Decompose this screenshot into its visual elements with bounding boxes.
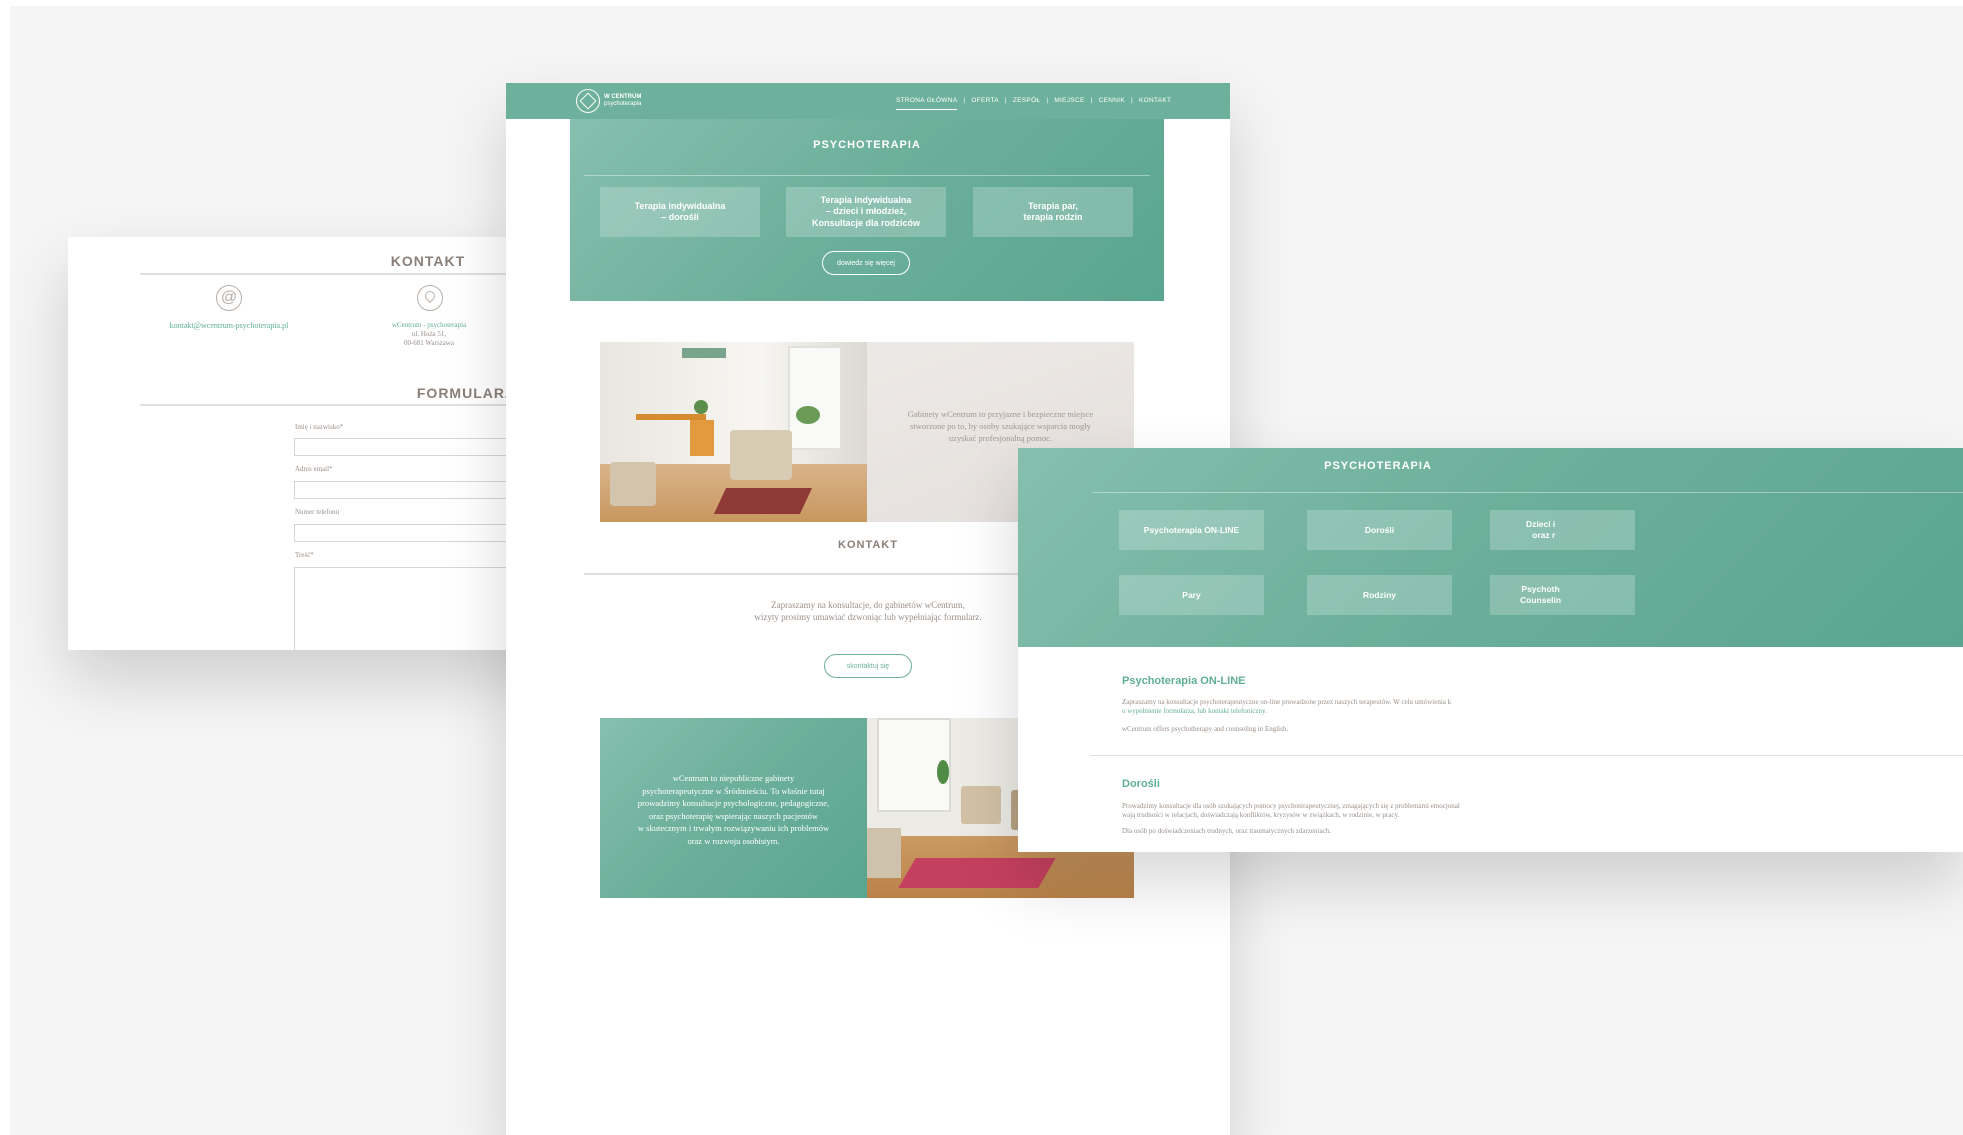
text-line: oraz psychoterapię wspierając naszych pa… — [649, 810, 818, 821]
field-label: Treść* — [295, 551, 314, 559]
service-tile[interactable]: Terapia indywidualna – dzieci i młodzież,… — [786, 187, 946, 237]
tile-line: Dorośli — [1364, 524, 1395, 535]
nav-separator: | — [963, 97, 966, 104]
map-pin-icon — [417, 285, 443, 311]
about-panel: wCentrum to niepubliczne gabinety psycho… — [600, 718, 867, 898]
address-line: wCentrum - psychoterapia — [391, 321, 467, 329]
nav-item-team[interactable]: ZESPÓŁ — [1013, 97, 1040, 110]
text-line: stworzone po to, by osoby szukające wspa… — [910, 421, 1091, 431]
contact-us-button[interactable]: skontaktuj się — [824, 654, 912, 678]
main-nav: STRONA GŁÓWNA | OFERTA | ZESPÓŁ | MIEJSC… — [896, 97, 1171, 110]
tile-line: Psychoth — [1521, 584, 1560, 595]
offer-tile-couples[interactable]: Pary — [1119, 575, 1264, 615]
text-line: Dla osób po doświadczeniach trudnych, or… — [1122, 827, 1331, 835]
tile-line: Terapia par, — [1028, 200, 1078, 211]
hero-section: PSYCHOTERAPIA Terapia indywidualna – doro… — [570, 119, 1164, 301]
contact-email[interactable]: kontakt@wcentrum-psychoterapia.pl — [148, 321, 310, 330]
offer-tile-english[interactable]: Psychoth Counselin — [1490, 575, 1635, 615]
learn-more-button[interactable]: dowiedz się więcej — [822, 251, 910, 275]
field-label: Adres email* — [295, 465, 333, 473]
place-text: Gabinety wCentrum to przyjazne i bezpiec… — [877, 408, 1124, 444]
tile-line: Terapia indywidualna — [634, 200, 726, 211]
logo-mark-icon[interactable] — [576, 89, 600, 113]
text-line: Zapraszamy na konsultacje psychoterapeut… — [1122, 698, 1452, 706]
tile-line: oraz r — [1532, 530, 1556, 540]
offer-hero: PSYCHOTERAPIA Psychoterapia ON-LINE Doro… — [1018, 448, 1963, 647]
text-line[interactable]: o wypełnienie formularza, lub kontakt te… — [1122, 707, 1963, 716]
top-navbar: W CENTRUM psychoterapia STRONA GŁÓWNA | … — [506, 83, 1230, 119]
about-text: wCentrum to niepubliczne gabinety psycho… — [608, 772, 859, 847]
tile-line: – dorośli — [661, 212, 699, 222]
nav-item-home[interactable]: STRONA GŁÓWNA — [896, 97, 958, 110]
tile-line: Rodziny — [1362, 589, 1397, 600]
nav-item-pricing[interactable]: CENNIK — [1099, 97, 1125, 110]
tile-line: Psychoterapia ON-LINE — [1143, 524, 1240, 535]
adults-text: Prowadzimy konsultacje dla osób szukając… — [1122, 802, 1963, 836]
text-line: Gabinety wCentrum to przyjazne i bezpiec… — [907, 409, 1094, 419]
at-icon: @ — [216, 285, 242, 311]
nav-separator: | — [1090, 97, 1093, 104]
logo-line: psychoterapia — [604, 101, 642, 107]
offer-tile-children[interactable]: Dzieci i oraz r — [1490, 510, 1635, 550]
text-line: wCentrum to niepubliczne gabinety — [672, 773, 795, 783]
online-text: Zapraszamy na konsultacje psychoterapeut… — [1122, 698, 1963, 734]
field-label: Numer telefonu — [295, 508, 340, 516]
address-line: ul. Hoża 51, — [411, 330, 447, 338]
tile-line: Counselin — [1520, 595, 1562, 605]
text-line: psychoterapeutyczne w Śródmieściu. To wł… — [642, 785, 825, 796]
tile-line: Konsultacje dla rodziców — [811, 217, 921, 228]
offer-title: PSYCHOTERAPIA — [1324, 460, 1432, 472]
tile-line: Pary — [1182, 589, 1201, 600]
service-tile[interactable]: Terapia par, terapia rodzin — [973, 187, 1133, 237]
hero-title: PSYCHOTERAPIA — [813, 139, 921, 151]
tile-line: terapia rodzin — [1023, 212, 1083, 222]
text-line: prowadzimy konsultacje psychologiczne, p… — [637, 798, 830, 808]
office-photo — [600, 342, 867, 522]
address-line: 00-681 Warszawa — [403, 339, 455, 347]
offer-page-card: PSYCHOTERAPIA Psychoterapia ON-LINE Doro… — [1018, 448, 1963, 852]
nav-separator: | — [1130, 97, 1133, 104]
text-line: uzyskać profesjonalną pomoc. — [948, 433, 1053, 443]
service-tile[interactable]: Terapia indywidualna – dorośli — [600, 187, 760, 237]
text-line: Prowadzimy konsultacje dla osób szukając… — [1122, 802, 1460, 810]
nav-separator: | — [1004, 97, 1007, 104]
offer-tile-online[interactable]: Psychoterapia ON-LINE — [1119, 510, 1264, 550]
logo-text: W CENTRUM psychoterapia — [604, 94, 641, 108]
nav-item-offer[interactable]: OFERTA — [971, 97, 999, 110]
nav-separator: | — [1046, 97, 1049, 104]
divider — [1090, 755, 1963, 756]
divider — [584, 175, 1150, 176]
offer-tile-adults[interactable]: Dorośli — [1307, 510, 1452, 550]
logo-line: W CENTRUM — [604, 94, 642, 100]
field-label: Imię i nazwisko* — [295, 423, 344, 431]
nav-item-contact[interactable]: KONTAKT — [1139, 97, 1171, 110]
offer-tile-families[interactable]: Rodziny — [1307, 575, 1452, 615]
adults-heading: Dorośli — [1122, 778, 1160, 790]
nav-item-place[interactable]: MIEJSCE — [1054, 97, 1084, 110]
divider — [1092, 492, 1963, 493]
text-line: wCentrum offers psychotherapy and counse… — [1122, 725, 1289, 733]
tile-line: – dzieci i młodzież, — [825, 206, 907, 217]
tile-line: Dzieci i — [1526, 519, 1556, 530]
tile-line: Terapia indywidualna — [820, 195, 912, 206]
text-line: w skutecznym i trwałym rozwiązywaniu ich… — [637, 823, 830, 833]
online-heading: Psychoterapia ON-LINE — [1122, 675, 1246, 687]
text-line: wają trudności w relacjach, doświadczają… — [1122, 811, 1400, 819]
presentation-background: KONTAKT @ kontakt@wcentrum-psychoterapia… — [10, 6, 1963, 1135]
address-block: wCentrum - psychoterapia ul. Hoża 51, 00… — [368, 321, 490, 348]
text-line: oraz w rozwoju osobistym. — [687, 835, 780, 846]
